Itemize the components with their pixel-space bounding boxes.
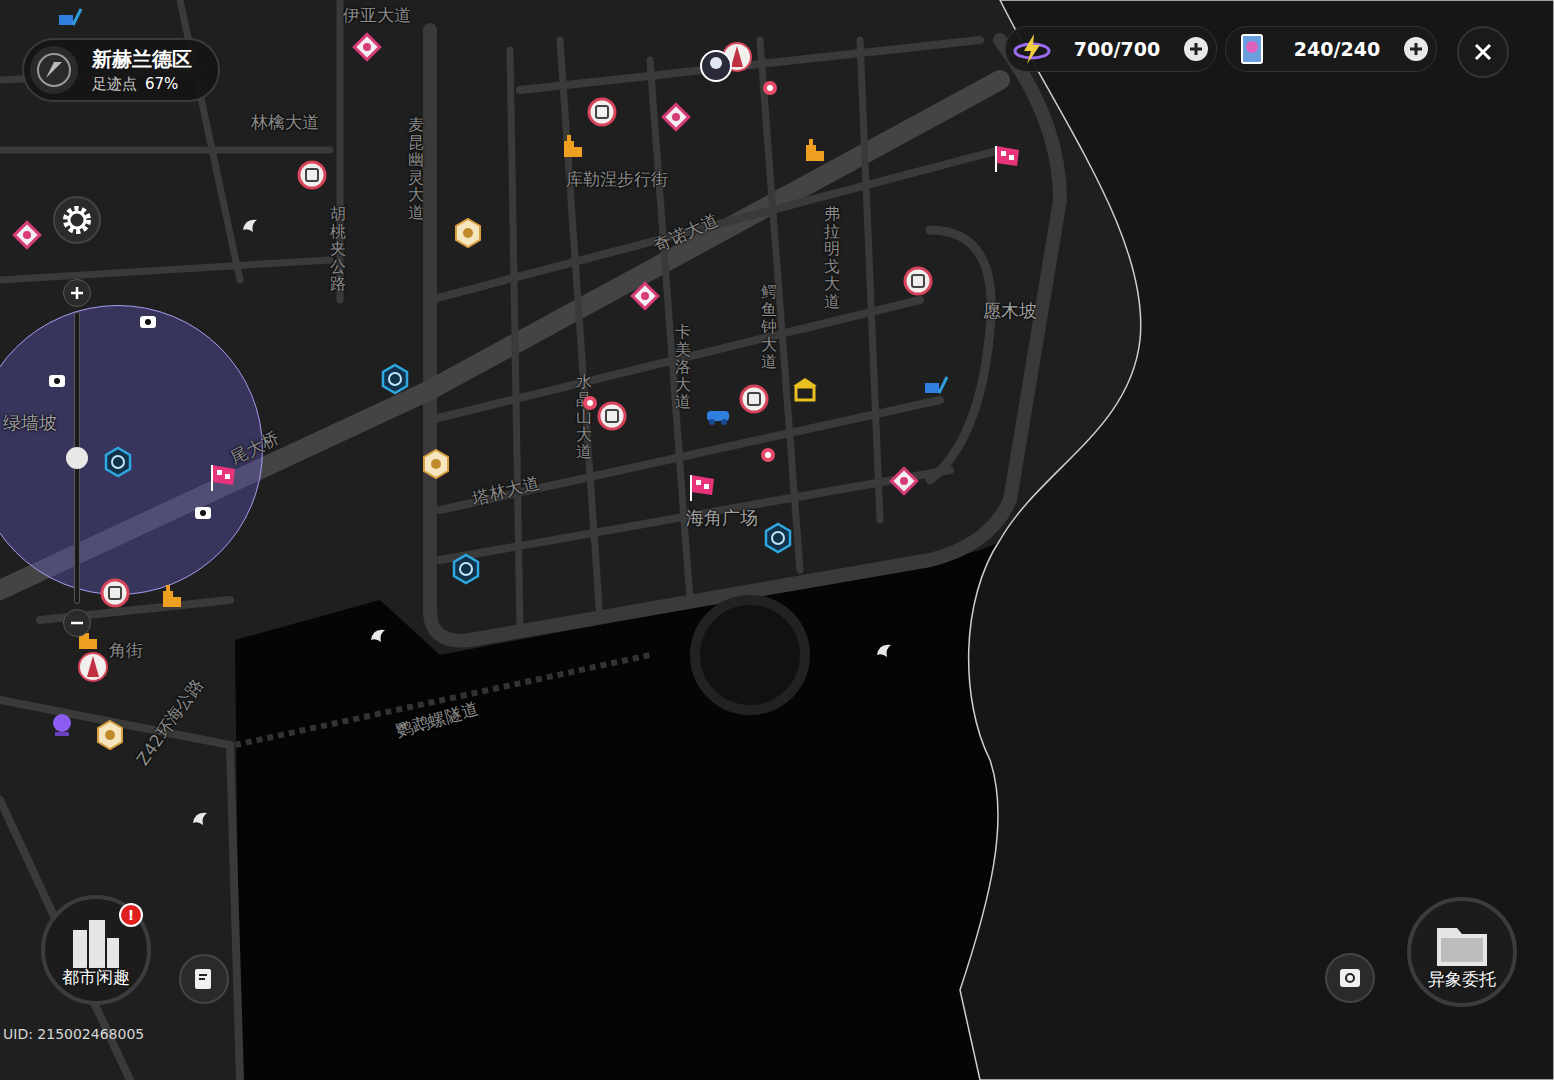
alert-badge: !	[119, 903, 143, 927]
zoom-in-button[interactable]	[63, 279, 91, 307]
hex-pin-icon[interactable]	[419, 447, 453, 481]
shop-pin-icon[interactable]	[585, 95, 619, 129]
building-pin-icon[interactable]	[798, 133, 832, 167]
avatar-pin-icon[interactable]	[699, 49, 733, 83]
battery-icon	[1012, 31, 1052, 67]
close-button[interactable]	[1457, 26, 1509, 78]
flag-pin-icon[interactable]	[206, 460, 240, 494]
fairy-pin-icon[interactable]	[867, 633, 901, 667]
commission-button[interactable]: 异象委托	[1407, 897, 1517, 1007]
diamond-pin-icon[interactable]	[659, 100, 693, 134]
notes-button[interactable]	[179, 954, 229, 1004]
close-icon[interactable]	[1471, 40, 1495, 64]
shop-pin-icon[interactable]	[98, 576, 132, 610]
minus-icon[interactable]	[67, 613, 87, 633]
hex-pin-icon[interactable]	[93, 718, 127, 752]
eye-pin-icon[interactable]	[131, 305, 165, 339]
search-icon[interactable]	[1337, 965, 1363, 991]
fairy-pin-icon[interactable]	[233, 208, 267, 242]
shop-pin-icon[interactable]	[737, 382, 771, 416]
fairy-pin-icon[interactable]	[183, 801, 217, 835]
hexblue-pin-icon[interactable]	[378, 362, 412, 396]
diamond-pin-icon[interactable]	[887, 464, 921, 498]
building-pin-icon[interactable]	[155, 579, 189, 613]
folder-icon	[1427, 914, 1497, 974]
hex-pin-icon[interactable]	[451, 216, 485, 250]
map-screen: 伊亚大道林檎大道麦昆幽灵大道胡桃夹公路库勒涅步行街奇诺大道弗拉明戈大道鳄鱼钟大道…	[0, 0, 1554, 1080]
dot-pin-icon[interactable]	[751, 438, 785, 472]
city-fun-button[interactable]: 都市闲趣 !	[41, 895, 151, 1005]
street-label: 鳄鱼钟大道	[761, 283, 777, 371]
fairy-pin-icon[interactable]	[361, 618, 395, 652]
car-pin-icon[interactable]	[701, 399, 735, 433]
shop-pin-icon[interactable]	[901, 264, 935, 298]
building-pin-icon[interactable]	[556, 129, 590, 163]
street-label: 伊亚大道	[343, 4, 411, 27]
gear-icon[interactable]	[60, 203, 94, 237]
settings-button[interactable]	[53, 196, 101, 244]
dot-pin-icon[interactable]	[573, 386, 607, 420]
orb-pin-icon[interactable]	[45, 708, 79, 742]
street-label: 弗拉明戈大道	[824, 205, 840, 311]
street-label: 胡桃夹公路	[330, 205, 346, 293]
shop-pin-icon[interactable]	[295, 158, 329, 192]
location-chip[interactable]: 新赫兰德区 足迹点67%	[22, 38, 220, 102]
diamond-pin-icon[interactable]	[628, 279, 662, 313]
card-icon	[1232, 31, 1272, 67]
add-icon[interactable]	[1402, 35, 1430, 63]
shop-pin-icon[interactable]	[595, 399, 629, 433]
add-icon[interactable]	[1182, 35, 1210, 63]
district-name: 新赫兰德区	[92, 46, 192, 73]
place-label: 绿墙坡	[3, 411, 57, 435]
place-label: 海角广场	[686, 506, 758, 530]
street-label: 麦昆幽灵大道	[408, 116, 424, 222]
eye-pin-icon[interactable]	[186, 496, 220, 530]
tool-pin-icon[interactable]	[919, 369, 953, 403]
resource-bar: 700/700 240/240	[1005, 26, 1437, 72]
plus-icon[interactable]	[67, 283, 87, 303]
place-label: 愿木坡	[983, 299, 1037, 323]
tower-pin-icon[interactable]	[76, 650, 110, 684]
street-label: 水晶山大道	[576, 373, 592, 461]
zoom-thumb[interactable]	[66, 447, 88, 469]
street-label: 卡美洛大道	[675, 323, 691, 411]
diamond-pin-icon[interactable]	[10, 218, 44, 252]
resource-counter: 240/240	[1225, 26, 1437, 72]
street-label: 角街	[109, 639, 143, 662]
hexblue-pin-icon[interactable]	[101, 445, 135, 479]
tool-pin-icon[interactable]	[53, 1, 87, 35]
progress-text: 足迹点67%	[92, 75, 192, 94]
search-button[interactable]	[1325, 953, 1375, 1003]
eye-pin-icon[interactable]	[40, 364, 74, 398]
diamond-pin-icon[interactable]	[350, 30, 384, 64]
street-label: 库勒涅步行街	[566, 168, 668, 191]
compass-icon[interactable]	[30, 46, 78, 94]
street-label: 林檎大道	[251, 111, 319, 134]
zoom-out-button[interactable]	[63, 609, 91, 637]
resource-counter: 700/700	[1005, 26, 1217, 72]
hexblue-pin-icon[interactable]	[761, 521, 795, 555]
temple-pin-icon[interactable]	[788, 373, 822, 407]
hexblue-pin-icon[interactable]	[449, 552, 483, 586]
dot-pin-icon[interactable]	[753, 71, 787, 105]
flag-pin-icon[interactable]	[990, 141, 1024, 175]
uid-text: UID: 215002468005	[3, 1026, 144, 1042]
flag-pin-icon[interactable]	[685, 470, 719, 504]
notes-icon[interactable]	[191, 966, 217, 992]
